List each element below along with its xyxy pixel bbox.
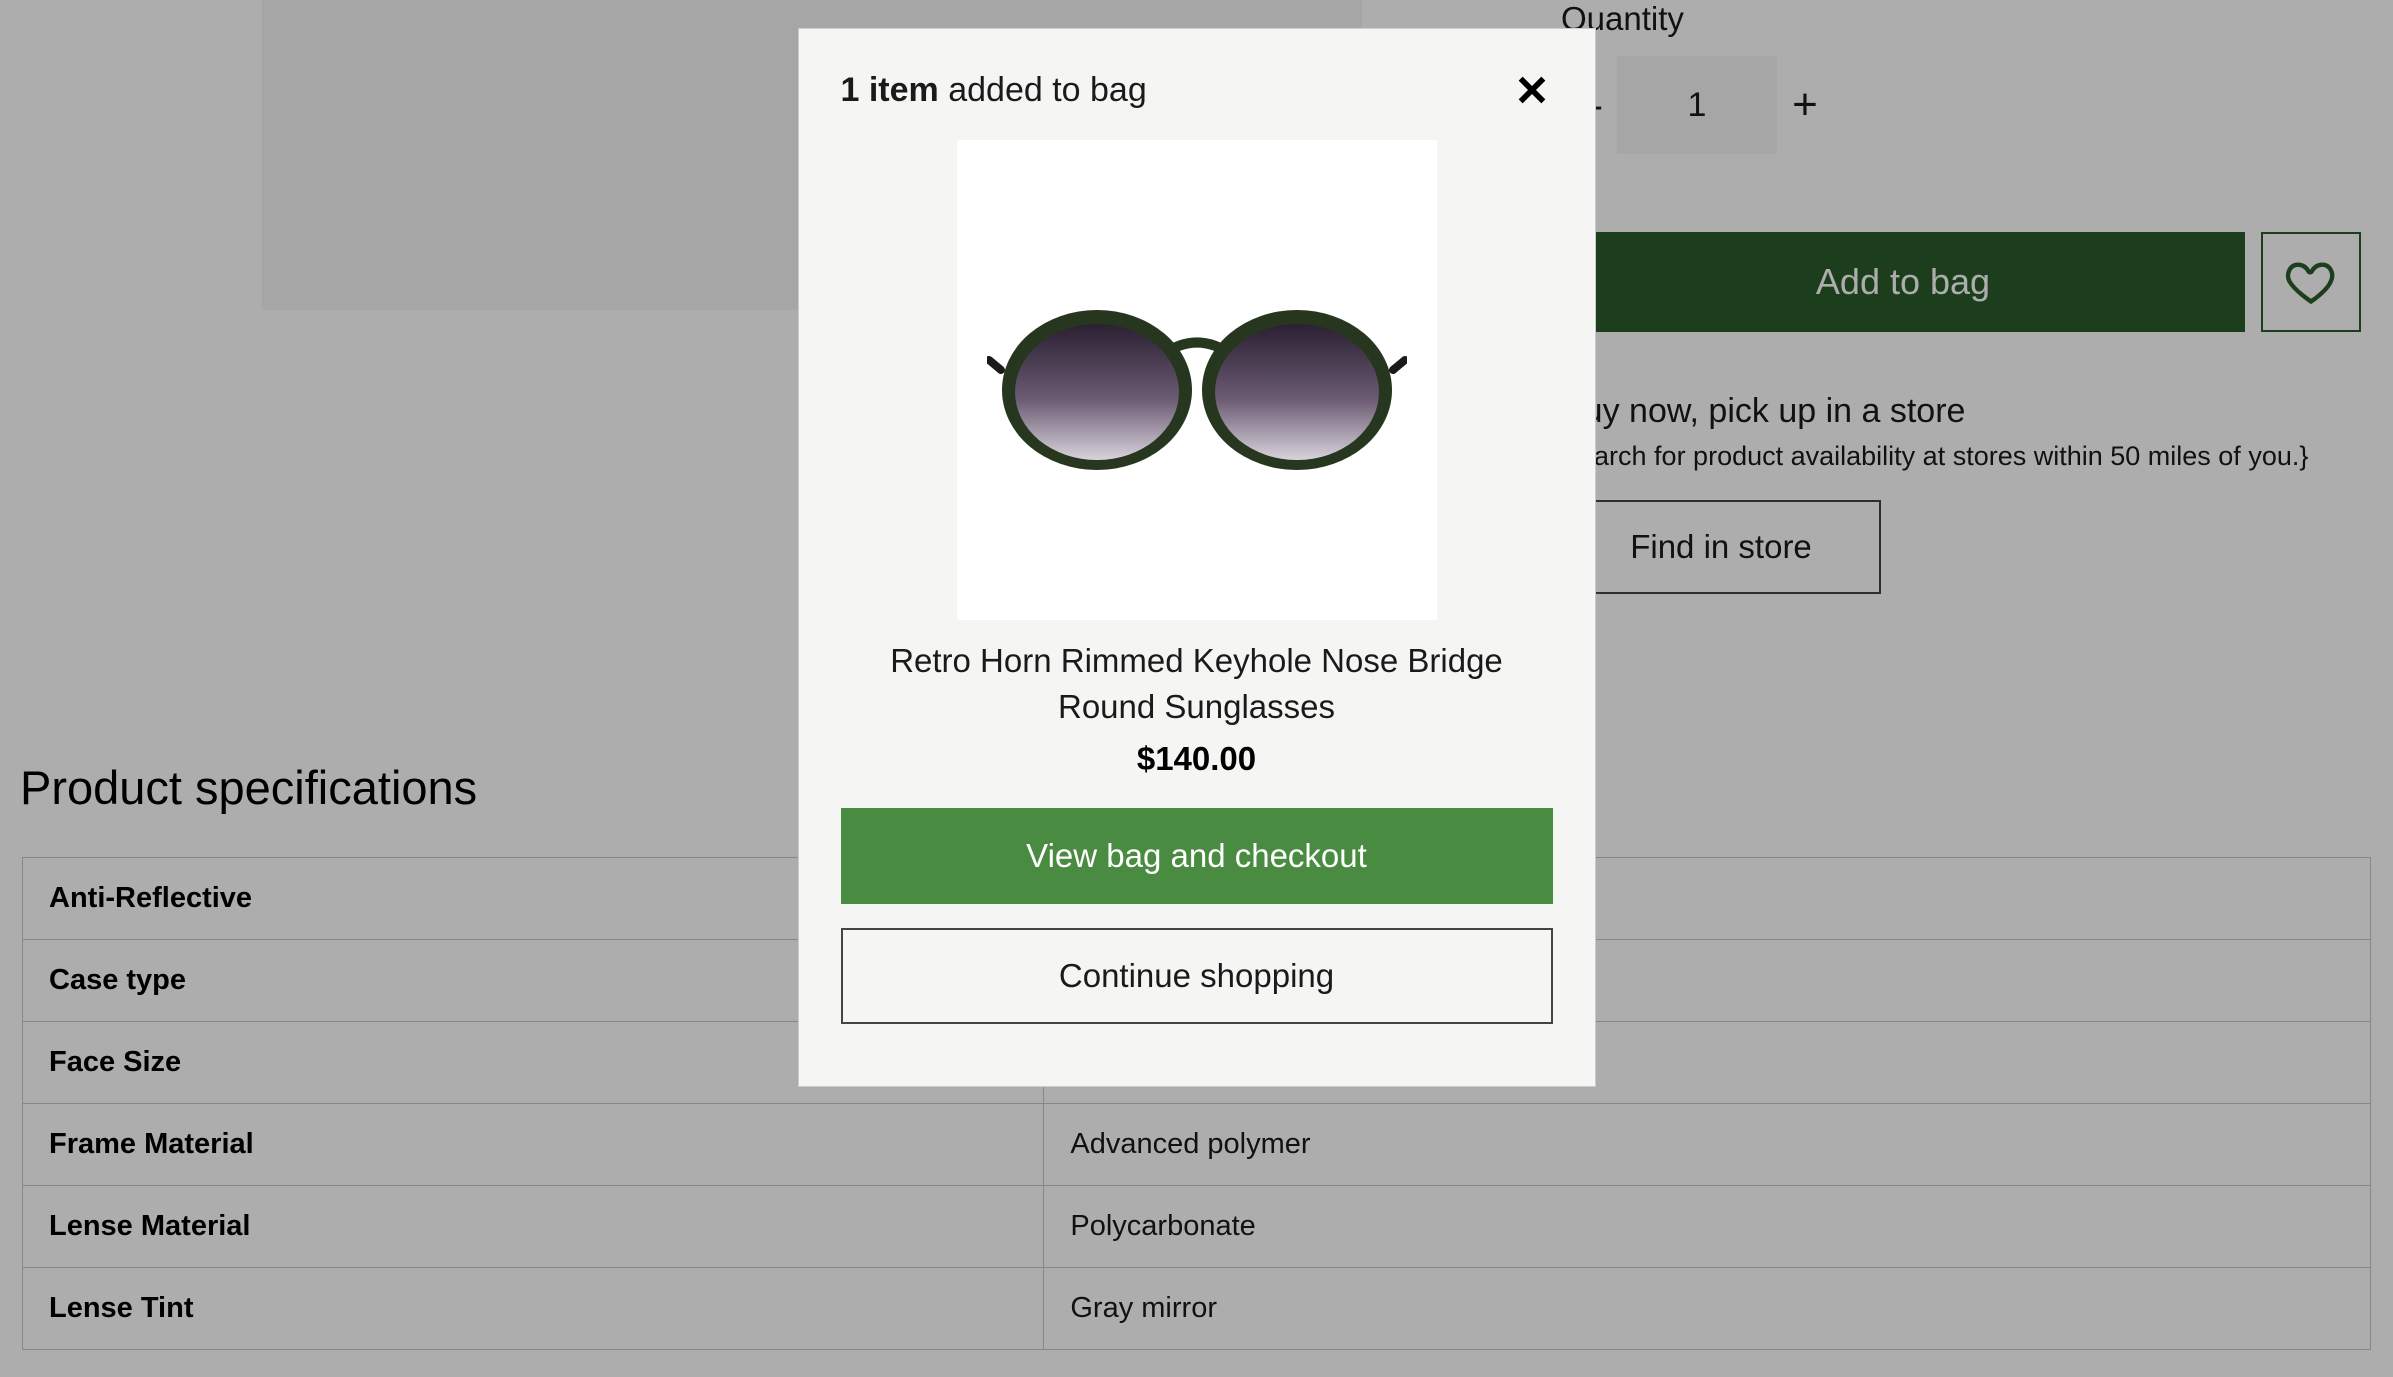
modal-product-image bbox=[957, 140, 1437, 620]
modal-overlay[interactable]: 1 item added to bag bbox=[0, 0, 2393, 1377]
close-icon bbox=[1515, 73, 1549, 107]
modal-product-name: Retro Horn Rimmed Keyhole Nose Bridge Ro… bbox=[841, 638, 1553, 730]
added-to-bag-modal: 1 item added to bag bbox=[798, 28, 1596, 1087]
view-bag-button[interactable]: View bag and checkout bbox=[841, 808, 1553, 904]
close-button[interactable] bbox=[1511, 69, 1553, 114]
modal-item-count: 1 item bbox=[841, 71, 939, 109]
modal-title: 1 item added to bag bbox=[841, 71, 1553, 110]
sunglasses-icon bbox=[987, 280, 1407, 480]
continue-shopping-button[interactable]: Continue shopping bbox=[841, 928, 1553, 1024]
modal-added-text: added to bag bbox=[939, 71, 1147, 109]
modal-product-price: $140.00 bbox=[841, 740, 1553, 778]
